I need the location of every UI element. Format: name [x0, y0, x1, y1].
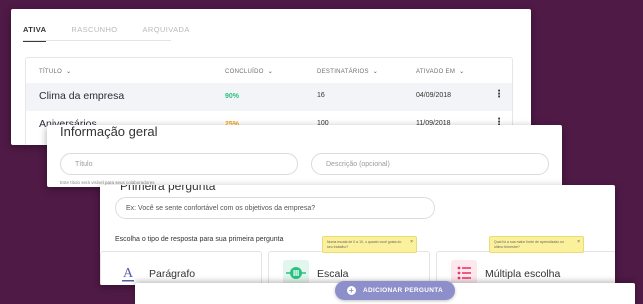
scale-example-tooltip: Numa escala de 0 a 10, o quanto você gos…	[322, 236, 417, 254]
table-row[interactable]: Clima da empresa 90% 16 04/09/2018 ⋮	[26, 83, 512, 111]
header-title[interactable]: TÍTULO ⌄	[39, 68, 71, 75]
chevron-down-icon: ⌄	[267, 69, 274, 75]
text-icon: A	[115, 260, 141, 285]
general-info-card: Informação geral Título Descrição (opcio…	[47, 125, 562, 187]
option-multiple-choice-label: Múltipla escolha	[485, 268, 561, 280]
chevron-down-icon: ⌄	[459, 69, 465, 75]
option-scale-label: Escala	[317, 268, 349, 280]
description-input[interactable]: Descrição (opcional)	[311, 153, 549, 175]
close-icon[interactable]: ×	[577, 239, 580, 246]
chevron-down-icon: ⌄	[372, 69, 379, 75]
activated-date: 04/09/2018	[416, 92, 452, 99]
scale-icon	[283, 260, 309, 285]
option-multiple-choice[interactable]: Múltipla escolha	[436, 251, 615, 285]
option-paragraph[interactable]: A Parágrafo	[100, 251, 262, 285]
multiple-choice-example-tooltip: Qual foi a sua maior fonte de aprendizad…	[489, 236, 584, 254]
title-input[interactable]: Título	[60, 153, 298, 175]
first-question-title: Primeira pergunta	[120, 185, 216, 193]
list-icon	[451, 260, 477, 285]
table-header: TÍTULO ⌄ CONCLUÍDO ⌄ DESTINATÁRIOS ⌄ ATIVAD…	[26, 58, 512, 82]
question-input[interactable]: Ex: Você se sente confortável com os obj…	[115, 197, 435, 219]
first-question-card: Primeira pergunta Ex: Você se sente conf…	[100, 185, 615, 285]
add-question-button[interactable]: + ADICIONAR PERGUNTA	[335, 281, 455, 300]
survey-name: Clima da empresa	[39, 90, 125, 102]
header-completed[interactable]: CONCLUÍDO ⌄	[225, 68, 273, 75]
option-scale[interactable]: Escala	[268, 251, 430, 285]
more-options-icon[interactable]: ⋮	[494, 89, 504, 100]
header-activated[interactable]: ATIVADO EM ⌄	[416, 68, 464, 75]
header-recipients[interactable]: DESTINATÁRIOS ⌄	[317, 68, 378, 75]
option-paragraph-label: Parágrafo	[149, 268, 196, 280]
answer-type-prompt: Escolha o tipo de resposta para sua prim…	[115, 236, 284, 243]
completed-percent: 90%	[225, 93, 240, 100]
chevron-down-icon: ⌄	[66, 69, 72, 75]
close-icon[interactable]: ×	[410, 239, 413, 246]
plus-icon: +	[346, 286, 356, 295]
tabs-divider	[23, 40, 171, 41]
general-info-title: Informação geral	[60, 125, 158, 139]
svg-text:A: A	[123, 266, 134, 281]
recipients-count: 16	[317, 92, 325, 99]
